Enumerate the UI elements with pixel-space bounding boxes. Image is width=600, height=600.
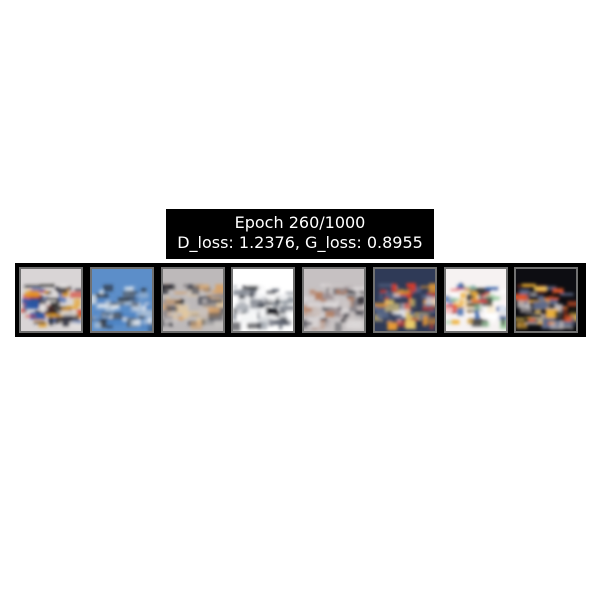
generated-sample-6 — [373, 267, 437, 333]
generated-sample-1 — [19, 267, 83, 333]
figure-title: Epoch 260/1000 D_loss: 1.2376, G_loss: 0… — [166, 209, 434, 259]
epoch-label: Epoch 260/1000 — [234, 213, 366, 232]
generated-sample-8 — [514, 267, 578, 333]
sample-grid — [15, 263, 586, 337]
figure-canvas: Epoch 260/1000 D_loss: 1.2376, G_loss: 0… — [0, 0, 600, 600]
generated-sample-2 — [90, 267, 154, 333]
loss-label: D_loss: 1.2376, G_loss: 0.8955 — [177, 233, 423, 252]
generated-sample-4 — [231, 267, 295, 333]
generated-sample-3 — [161, 267, 225, 333]
generated-sample-7 — [444, 267, 508, 333]
generated-sample-5 — [302, 267, 366, 333]
